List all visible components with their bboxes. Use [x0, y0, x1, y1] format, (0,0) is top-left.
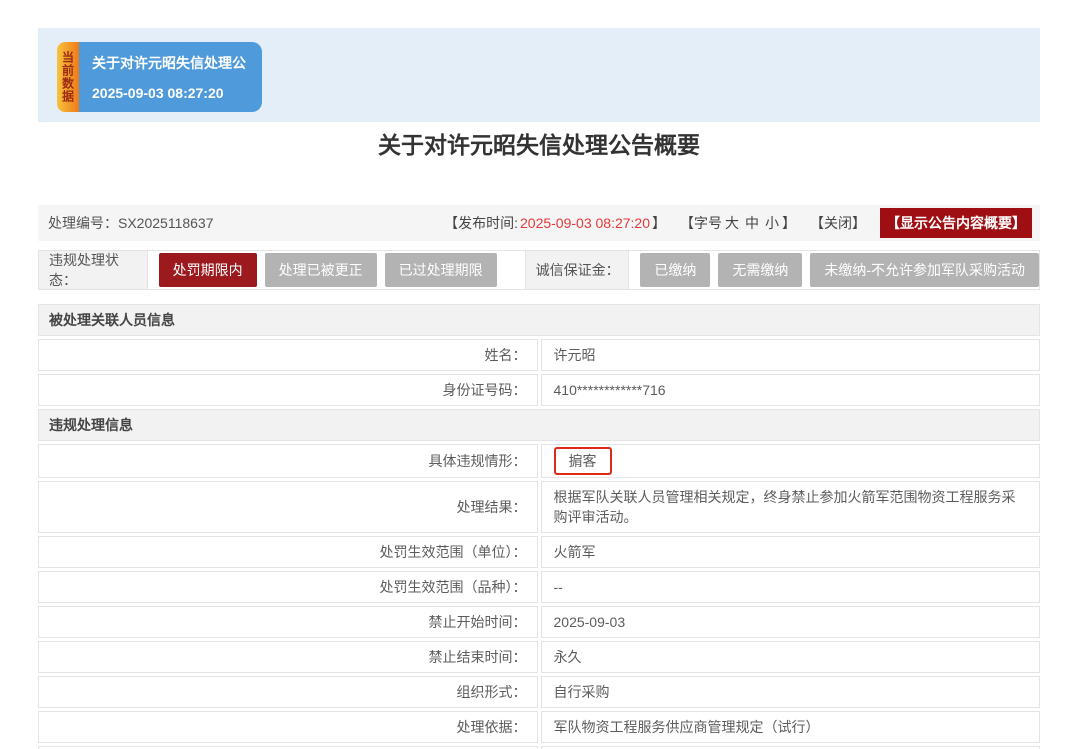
show-summary-button[interactable]: 【显示公告内容概要】: [880, 208, 1032, 238]
table-row: 处罚生效范围（单位）： 火箭军: [38, 536, 1040, 568]
process-number-value: SX2025118637: [118, 215, 214, 231]
status-button-expired[interactable]: 已过处理期限: [385, 253, 497, 287]
table-row: 处罚生效范围（品种）： --: [38, 571, 1040, 603]
announcement-card-timestamp: 2025-09-03 08:27:20: [92, 85, 262, 101]
announcement-card-title: 关于对许元昭失信处理公: [92, 53, 262, 73]
status-button-within-penalty[interactable]: 处罚期限内: [159, 253, 257, 287]
table-row: 具体违规情形： 掮客: [38, 444, 1040, 478]
violation-type-highlight-box: 掮客: [554, 447, 612, 475]
publish-time: 【发布时间:2025-09-03 08:27:20】: [444, 213, 666, 233]
current-data-tab: 当前数据: [57, 42, 79, 112]
font-size-large-link[interactable]: 大: [725, 215, 739, 231]
violation-status-label: 违规处理状态：: [39, 251, 148, 289]
publish-time-suffix: 】: [652, 215, 666, 231]
meta-actions: 【发布时间:2025-09-03 08:27:20】 【字号大中小】 【关闭】 …: [430, 208, 1032, 238]
row-value-scope-category: --: [541, 571, 1041, 603]
process-number: 处理编号：SX2025118637: [48, 213, 214, 233]
table-row: 姓名： 许元昭: [38, 339, 1040, 371]
row-label: 禁止开始时间：: [38, 606, 538, 638]
deposit-status-options: 已缴纳 无需缴纳 未缴纳-不允许参加军队采购活动: [629, 251, 1039, 289]
current-announcement-card[interactable]: 当前数据 关于对许元昭失信处理公 2025-09-03 08:27:20: [57, 42, 262, 112]
section-header-row: 违规处理信息: [38, 409, 1040, 441]
font-size-control: 【字号大中小】: [680, 213, 796, 233]
table-row: 禁止开始时间： 2025-09-03: [38, 606, 1040, 638]
row-label: 处理依据：: [38, 711, 538, 743]
row-value-ban-start: 2025-09-03: [541, 606, 1041, 638]
deposit-button-unpaid[interactable]: 未缴纳-不允许参加军队采购活动: [810, 253, 1039, 287]
row-label: 姓名：: [38, 339, 538, 371]
row-label: 处罚生效范围（品种）：: [38, 571, 538, 603]
row-label: 处理结果：: [38, 481, 538, 533]
row-label: 禁止结束时间：: [38, 641, 538, 673]
announcement-card-body: 关于对许元昭失信处理公 2025-09-03 08:27:20: [79, 42, 262, 112]
row-label: 处罚生效范围（单位）：: [38, 536, 538, 568]
row-value-violation-type: 掮客: [541, 444, 1041, 478]
row-value-result: 根据军队关联人员管理相关规定，终身禁止参加火箭军范围物资工程服务采购评审活动。: [541, 481, 1041, 533]
publish-time-prefix: 【发布时间:: [444, 215, 518, 231]
row-label: 身份证号码：: [38, 374, 538, 406]
row-value-organization-form: 自行采购: [541, 676, 1041, 708]
section-header-row: 被处理关联人员信息: [38, 304, 1040, 336]
status-button-corrected[interactable]: 处理已被更正: [265, 253, 377, 287]
row-value-id-number: 410************716: [541, 374, 1041, 406]
close-link[interactable]: 【关闭】: [810, 213, 866, 233]
status-bar: 违规处理状态： 处罚期限内 处理已被更正 已过处理期限 诚信保证金： 已缴纳 无…: [38, 250, 1040, 290]
row-label: 组织形式：: [38, 676, 538, 708]
process-number-label: 处理编号：: [48, 215, 118, 231]
table-row: 处理依据： 军队物资工程服务供应商管理规定（试行）: [38, 711, 1040, 743]
font-size-small-link[interactable]: 小: [765, 215, 779, 231]
font-size-label: 【字号: [680, 215, 722, 231]
row-value-name: 许元昭: [541, 339, 1041, 371]
table-row: 身份证号码： 410************716: [38, 374, 1040, 406]
page-title: 关于对许元昭失信处理公告概要: [38, 126, 1040, 160]
font-size-medium-link[interactable]: 中: [745, 215, 759, 231]
table-row: 处理结果： 根据军队关联人员管理相关规定，终身禁止参加火箭军范围物资工程服务采购…: [38, 481, 1040, 533]
row-value-ban-end: 永久: [541, 641, 1041, 673]
section-title-person-info: 被处理关联人员信息: [38, 304, 1040, 336]
table-row: 禁止结束时间： 永久: [38, 641, 1040, 673]
current-data-strip: 当前数据 关于对许元昭失信处理公 2025-09-03 08:27:20: [38, 28, 1040, 122]
row-label: 具体违规情形：: [38, 444, 538, 478]
meta-bar: 处理编号：SX2025118637 【发布时间:2025-09-03 08:27…: [38, 205, 1040, 241]
violation-status-options: 处罚期限内 处理已被更正 已过处理期限: [148, 251, 525, 289]
deposit-button-paid[interactable]: 已缴纳: [640, 253, 710, 287]
row-value-basis: 军队物资工程服务供应商管理规定（试行）: [541, 711, 1041, 743]
section-title-violation-info: 违规处理信息: [38, 409, 1040, 441]
detail-table: 被处理关联人员信息 姓名： 许元昭 身份证号码： 410************…: [35, 301, 1043, 749]
font-size-suffix: 】: [782, 215, 796, 231]
table-row: 组织形式： 自行采购: [38, 676, 1040, 708]
publish-time-value: 2025-09-03 08:27:20: [520, 215, 650, 231]
row-value-scope-unit: 火箭军: [541, 536, 1041, 568]
deposit-button-not-required[interactable]: 无需缴纳: [718, 253, 802, 287]
deposit-status-label: 诚信保证金：: [525, 251, 630, 289]
announcement-page: 当前数据 关于对许元昭失信处理公 2025-09-03 08:27:20 关于对…: [0, 0, 1073, 749]
